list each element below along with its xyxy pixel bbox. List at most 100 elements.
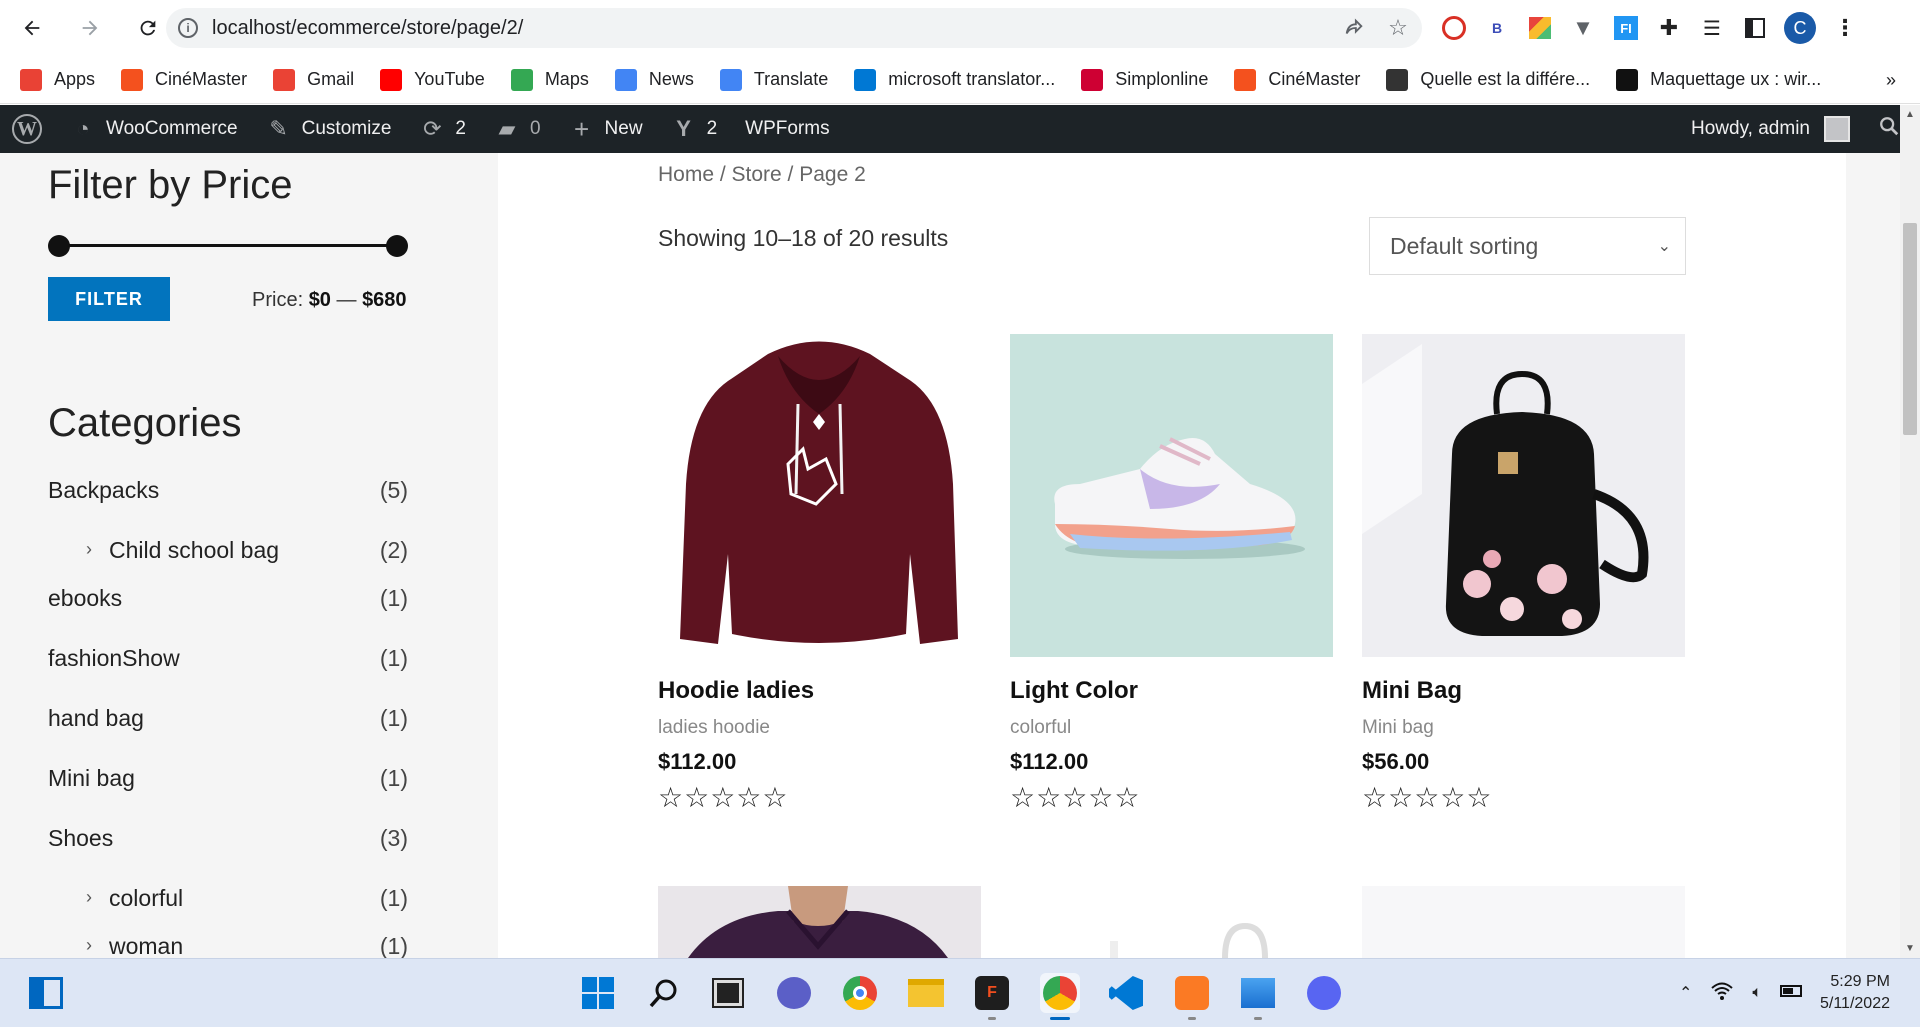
- adminbar-customize[interactable]: ✎ Customize: [266, 116, 391, 142]
- product-title[interactable]: Light Color: [1010, 677, 1333, 705]
- filter-button[interactable]: FILTER: [48, 277, 170, 321]
- category-name[interactable]: Mini bag: [48, 765, 135, 792]
- scroll-down-icon[interactable]: ▼: [1905, 943, 1915, 954]
- figma-icon[interactable]: F: [972, 973, 1012, 1020]
- bookmark-item[interactable]: CinéMaster: [121, 68, 247, 91]
- start-windows-icon[interactable]: [578, 973, 618, 1013]
- wifi-icon[interactable]: [1710, 981, 1734, 1006]
- category-item[interactable]: Backpacks (5): [48, 477, 408, 537]
- admin-avatar[interactable]: [1824, 116, 1850, 142]
- vscode-icon[interactable]: [1106, 973, 1146, 1013]
- product-category[interactable]: ladies hoodie: [658, 717, 981, 739]
- bookmark-item[interactable]: Gmail: [273, 68, 354, 91]
- category-name[interactable]: Child school bag: [109, 537, 279, 564]
- bookmark-item[interactable]: CinéMaster: [1234, 68, 1360, 91]
- battery-icon[interactable]: [1780, 984, 1802, 1002]
- media-control-icon[interactable]: ☰: [1698, 14, 1726, 42]
- category-item[interactable]: hand bag (1): [48, 705, 408, 765]
- bookmarks-overflow-icon[interactable]: »: [1886, 70, 1896, 91]
- wordpress-logo-icon[interactable]: W: [12, 114, 42, 144]
- product-card[interactable]: Light Color colorful $112.00 ☆☆☆☆☆: [1010, 334, 1333, 814]
- adminbar-comments[interactable]: ▰ 0: [494, 116, 541, 142]
- product-title[interactable]: Hoodie ladies: [658, 677, 981, 705]
- page-scrollbar[interactable]: ▲ ▼: [1900, 105, 1920, 958]
- extension-v-icon[interactable]: ▼: [1569, 14, 1597, 42]
- extension-fi-icon[interactable]: FI: [1612, 14, 1640, 42]
- extension-b-icon[interactable]: B: [1483, 14, 1511, 42]
- subcategory-item[interactable]: › Child school bag (2): [48, 537, 408, 585]
- price-range-slider[interactable]: [48, 235, 408, 257]
- category-item[interactable]: fashionShow (1): [48, 645, 408, 705]
- file-explorer-icon[interactable]: [906, 973, 946, 1013]
- bookmark-item[interactable]: News: [614, 68, 694, 91]
- teams-chat-icon[interactable]: [774, 973, 814, 1013]
- search-icon[interactable]: [1878, 115, 1900, 143]
- product-card[interactable]: Mini Bag Mini bag $56.00 ☆☆☆☆☆: [1362, 334, 1685, 814]
- product-image-shirt[interactable]: [658, 886, 981, 958]
- adminbar-new[interactable]: + New: [569, 114, 643, 144]
- category-item[interactable]: ebooks (1): [48, 585, 408, 645]
- address-bar[interactable]: i localhost/ecommerce/store/page/2/ ☆: [166, 8, 1422, 48]
- bookmark-item[interactable]: Maps: [510, 68, 589, 91]
- product-image-sneaker[interactable]: [1010, 334, 1333, 657]
- share-icon[interactable]: [1342, 16, 1366, 40]
- breadcrumb[interactable]: Home / Store / Page 2: [658, 163, 866, 187]
- subcategory-item[interactable]: › woman (1): [48, 933, 408, 958]
- scroll-up-icon[interactable]: ▲: [1905, 109, 1915, 120]
- site-info-icon[interactable]: i: [178, 18, 198, 38]
- product-image-hoodie[interactable]: [658, 334, 981, 657]
- extension-colorful-icon[interactable]: [1526, 14, 1554, 42]
- adminbar-woocommerce[interactable]: ◔ WooCommerce: [70, 116, 237, 142]
- bookmark-item[interactable]: Simplonline: [1081, 68, 1208, 91]
- xampp-icon[interactable]: [1172, 973, 1212, 1020]
- product-category[interactable]: Mini bag: [1362, 717, 1685, 739]
- extension-red-circle-icon[interactable]: [1440, 14, 1468, 42]
- bookmark-item[interactable]: Apps: [20, 68, 95, 91]
- url-text[interactable]: localhost/ecommerce/store/page/2/: [212, 17, 523, 40]
- category-item[interactable]: Mini bag (1): [48, 765, 408, 825]
- product-image-placeholder[interactable]: [1362, 886, 1685, 958]
- product-image-handbag[interactable]: [1010, 886, 1333, 958]
- category-item[interactable]: Shoes (3): [48, 825, 408, 885]
- profile-avatar[interactable]: C: [1784, 12, 1816, 44]
- adminbar-updates[interactable]: ⟳ 2: [419, 116, 466, 142]
- side-panel-icon[interactable]: [1741, 14, 1769, 42]
- category-name[interactable]: colorful: [109, 885, 183, 912]
- category-name[interactable]: ebooks: [48, 585, 122, 612]
- product-card[interactable]: Hoodie ladies ladies hoodie $112.00 ☆☆☆☆…: [658, 334, 981, 814]
- chevron-up-icon[interactable]: ⌃: [1679, 983, 1692, 1003]
- bookmark-item[interactable]: Quelle est la différe...: [1386, 68, 1590, 91]
- howdy-admin[interactable]: Howdy, admin: [1691, 118, 1810, 140]
- photos-icon[interactable]: [1238, 973, 1278, 1020]
- bookmark-star-icon[interactable]: ☆: [1386, 15, 1410, 40]
- adminbar-yoast[interactable]: Y 2: [671, 116, 717, 142]
- browser-menu-icon[interactable]: ⋮: [1831, 14, 1859, 42]
- product-title[interactable]: Mini Bag: [1362, 677, 1685, 705]
- slider-max-handle[interactable]: [386, 235, 408, 257]
- category-name[interactable]: Shoes: [48, 825, 113, 852]
- task-view-icon[interactable]: [708, 973, 748, 1013]
- product-category[interactable]: colorful: [1010, 717, 1333, 739]
- product-image-mini-bag[interactable]: [1362, 334, 1685, 657]
- bookmark-item[interactable]: Maquettage ux : wir...: [1616, 68, 1821, 91]
- category-name[interactable]: hand bag: [48, 705, 144, 732]
- slider-min-handle[interactable]: [48, 235, 70, 257]
- sort-select[interactable]: Default sorting ⌄: [1369, 217, 1686, 275]
- clock[interactable]: 5:29 PM 5/11/2022: [1820, 971, 1890, 1015]
- search-icon[interactable]: [644, 973, 684, 1013]
- chrome-profile-icon[interactable]: [1040, 973, 1080, 1020]
- reload-button[interactable]: [128, 8, 168, 48]
- extensions-puzzle-icon[interactable]: ✚: [1655, 14, 1683, 42]
- forward-button[interactable]: [70, 8, 110, 48]
- back-button[interactable]: [12, 8, 52, 48]
- subcategory-item[interactable]: › colorful (1): [48, 885, 408, 933]
- bookmark-item[interactable]: YouTube: [380, 68, 485, 91]
- volume-icon[interactable]: 🔈︎: [1752, 984, 1762, 1002]
- category-name[interactable]: fashionShow: [48, 645, 180, 672]
- category-name[interactable]: woman: [109, 933, 183, 958]
- widgets-icon[interactable]: [26, 973, 66, 1013]
- category-name[interactable]: Backpacks: [48, 477, 159, 504]
- bookmark-item[interactable]: microsoft translator...: [854, 68, 1055, 91]
- adminbar-wpforms[interactable]: WPForms: [745, 118, 829, 140]
- discord-icon[interactable]: [1304, 973, 1344, 1013]
